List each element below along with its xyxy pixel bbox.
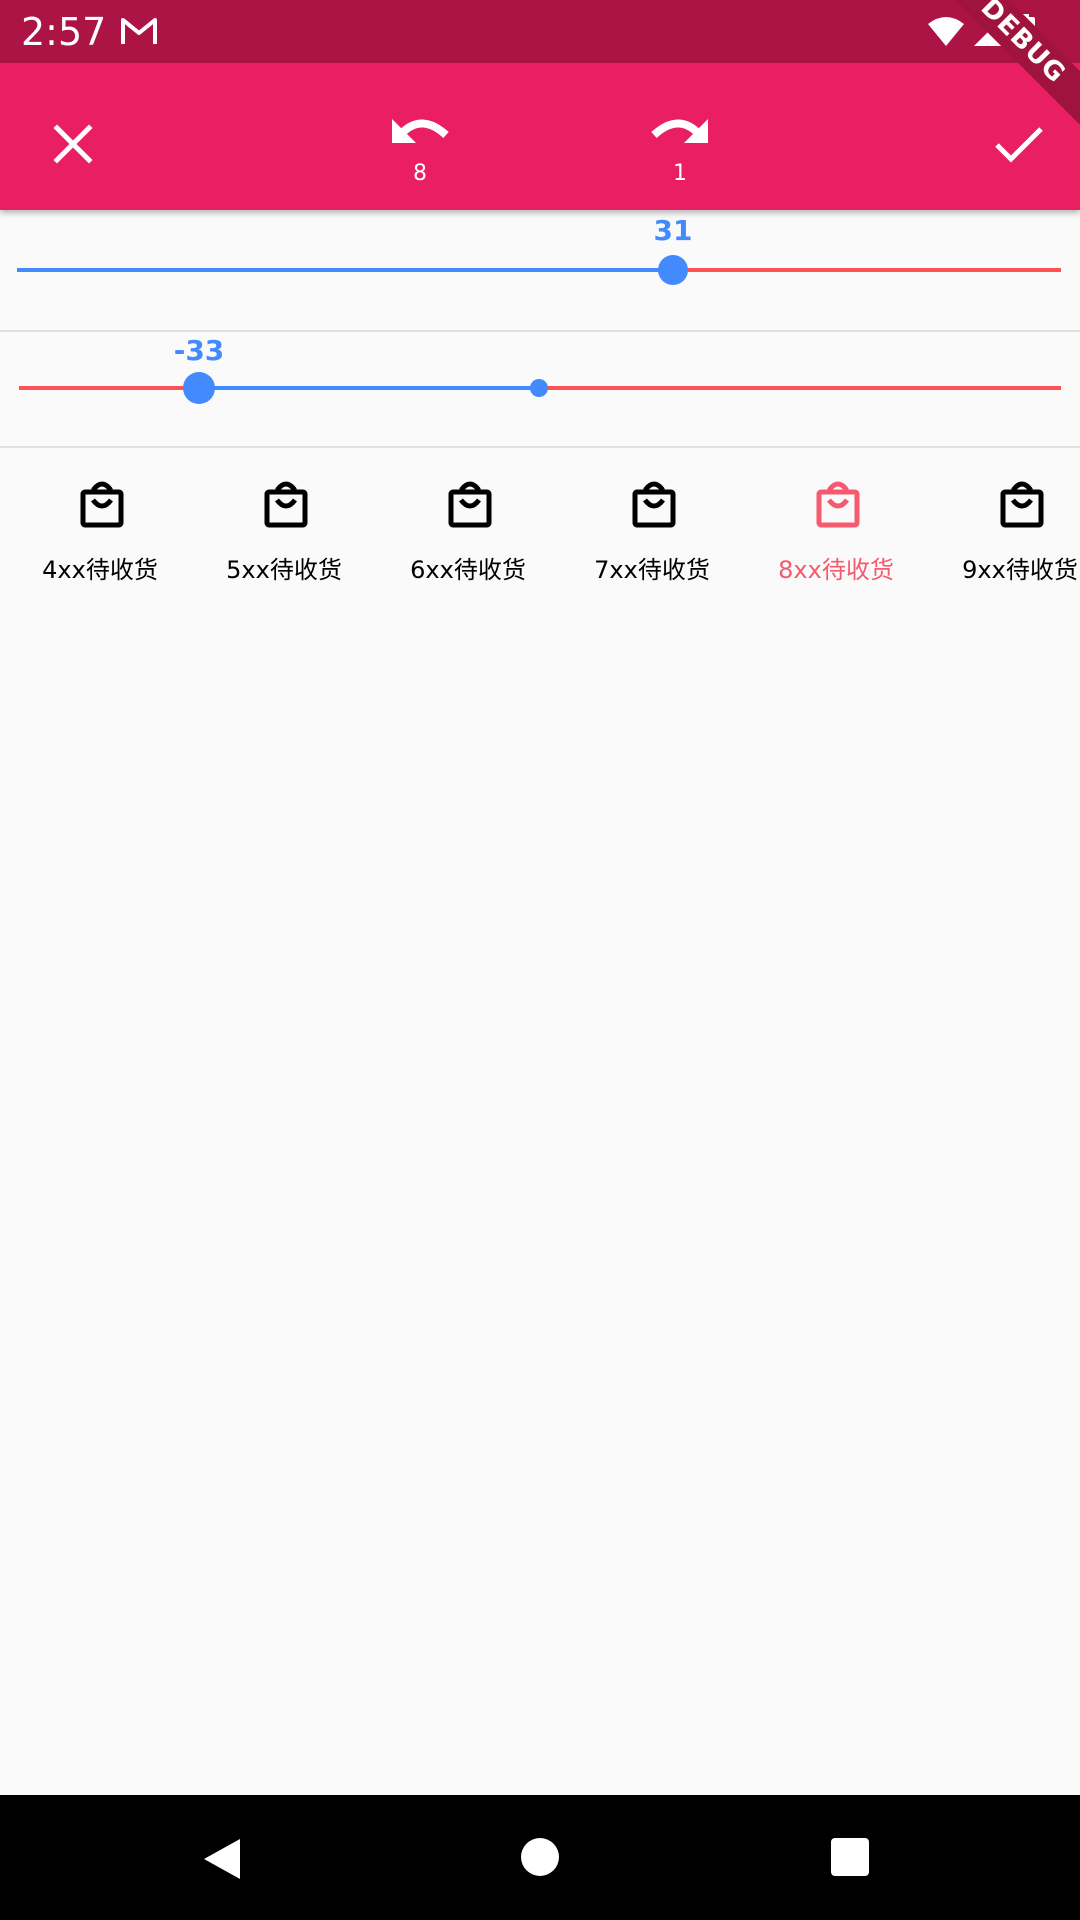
tab-label: 5xx待收货 [226,556,342,584]
tab-label: 4xx待收货 [42,556,158,584]
slider-2-origin-marker [530,379,548,397]
tab-label: 6xx待收货 [410,556,526,584]
shopping-bag-icon [448,481,492,528]
tab-7xx[interactable]: 7xx待收货 [560,470,744,600]
undo-icon [392,119,449,143]
tab-9xx[interactable]: 9xx待收货 [928,470,1080,600]
system-nav-bar [0,1795,1080,1920]
redo-icon [651,119,708,143]
slider-1-active-track [17,268,673,272]
recents-icon [831,1838,869,1876]
tab-bar: 4xx待收货 5xx待收货 6xx待收货 7xx待收货 8xx待收货 9xx待收… [0,470,1080,600]
close-button[interactable] [40,111,106,177]
status-time: 2:57 [21,10,107,54]
back-button[interactable] [200,1837,244,1885]
redo-button[interactable]: 1 [640,103,720,203]
undo-count: 8 [413,161,427,186]
tab-6xx[interactable]: 6xx待收货 [376,470,560,600]
home-icon [521,1838,559,1876]
app-bar: 8 1 [0,63,1080,210]
back-icon [204,1839,240,1879]
home-button[interactable] [520,1837,560,1881]
shopping-bag-icon [264,481,308,528]
tab-label: 7xx待收货 [594,556,710,584]
debug-banner: DEBUG [940,0,1080,136]
shopping-bag-icon [1000,481,1044,528]
slider-1-thumb[interactable] [658,255,688,285]
slider-1-inactive-track [673,268,1061,272]
slider-2-thumb[interactable] [183,372,215,404]
slider-2-value-label: -33 [173,334,225,367]
undo-button[interactable]: 8 [380,103,460,203]
slider-2-right-track [539,386,1061,390]
tab-4xx[interactable]: 4xx待收货 [8,470,192,600]
shopping-bag-icon [816,481,860,528]
tab-label: 8xx待收货 [778,556,894,584]
recents-button[interactable] [830,1837,870,1881]
redo-count: 1 [673,161,687,186]
debug-banner-clip: DEBUG [940,0,1080,140]
tab-label: 9xx待收货 [962,556,1078,584]
shopping-bag-icon [632,481,676,528]
slider-2: -33 [0,332,1080,446]
slider-2-left-track [19,386,199,390]
slider-1: 31 [0,210,1080,330]
close-icon [53,124,93,164]
divider [0,446,1080,448]
status-bar: 2:57 [0,0,1080,63]
slider-2-active-track [199,386,539,390]
gmail-icon [121,18,157,44]
tab-8xx[interactable]: 8xx待收货 [744,470,928,600]
shopping-bag-icon [80,481,124,528]
tab-5xx[interactable]: 5xx待收货 [192,470,376,600]
slider-1-value-label: 31 [653,214,693,247]
